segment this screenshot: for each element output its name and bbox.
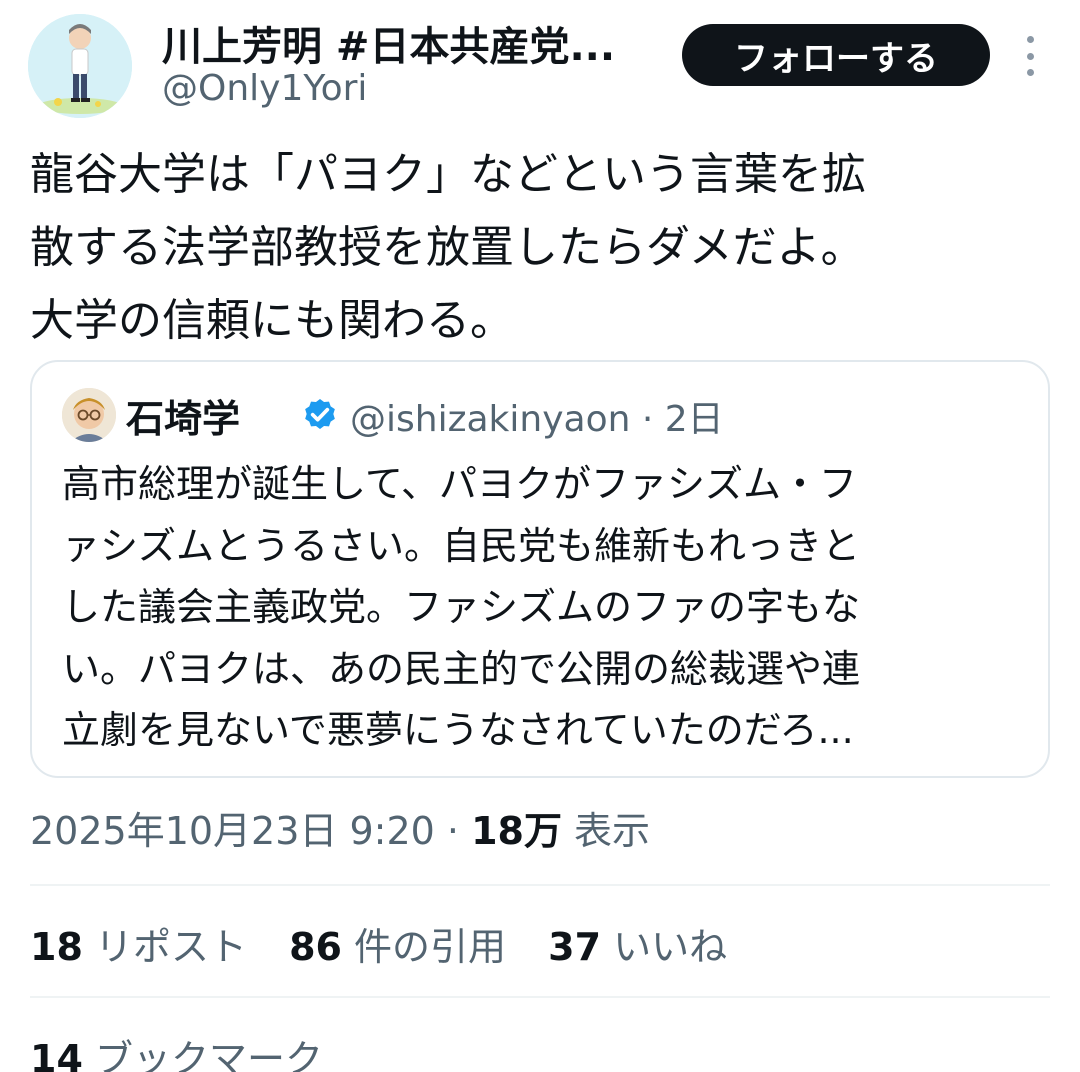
- verified-badge-icon: [300, 394, 340, 434]
- reposts-label: リポスト: [82, 925, 247, 969]
- tweet-text: 龍谷大学は「パヨク」などという言葉を拡 散する法学部教授を放置したらダメだよ。 …: [30, 138, 1040, 357]
- quoted-text-line: した議会主義政党。ファシズムのファの字もな: [62, 585, 861, 629]
- author-avatar[interactable]: [28, 14, 132, 118]
- author-handle[interactable]: @Only1Yori: [162, 68, 367, 109]
- reposts-stat[interactable]: 18 リポスト: [30, 925, 247, 969]
- quotes-count: 86: [289, 925, 342, 969]
- tweet-text-line: 龍谷大学は「パヨク」などという言葉を拡: [30, 149, 866, 200]
- author-display-name[interactable]: 川上芳明 #日本共産党...: [162, 14, 615, 72]
- quoted-text-line: 立劇を見ないで悪夢にうなされていたのだろ...: [62, 708, 854, 752]
- divider: [30, 884, 1050, 886]
- views-count: 18万: [471, 809, 562, 853]
- likes-stat[interactable]: 37 いいね: [548, 925, 727, 969]
- bookmarks-label: ブックマーク: [82, 1037, 323, 1072]
- quoted-author-name: 石埼学: [126, 397, 241, 441]
- tweet-detail: 川上芳明 #日本共産党... @Only1Yori フォローする 龍谷大学は「パ…: [0, 0, 1080, 1072]
- tweet-text-line: 大学の信頼にも関わる。: [30, 295, 514, 346]
- divider: [30, 996, 1050, 998]
- quotes-label: 件の引用: [341, 925, 507, 969]
- quoted-text-line: ァシズムとうるさい。自民党も維新もれっきと: [62, 523, 861, 568]
- quoted-author-handle: @ishizakinyaon: [350, 399, 631, 440]
- tweet-text-line: 散する法学部教授を放置したらダメだよ。: [30, 222, 865, 273]
- quoted-author-avatar: [62, 388, 116, 442]
- quoted-author-meta: @ishizakinyaon · 2日: [350, 390, 724, 442]
- follow-button[interactable]: フォローする: [682, 24, 990, 86]
- reposts-count: 18: [30, 925, 83, 969]
- engagement-stats: 18 リポスト 86 件の引用 37 いいね: [30, 916, 757, 971]
- tweet-meta-line: 2025年10月23日 9:20 · 18万 表示: [30, 800, 650, 855]
- meta-separator: ·: [630, 399, 665, 440]
- views-label: 表示: [561, 809, 651, 853]
- quoted-text-line: 高市総理が誕生して、パヨクがファシズム・フ: [62, 462, 857, 506]
- likes-count: 37: [548, 925, 602, 969]
- bookmarks-stat[interactable]: 14 ブックマーク: [30, 1028, 323, 1072]
- quoted-time: 2日: [664, 399, 724, 440]
- quoted-tweet-card[interactable]: 石埼学 @ishizakinyaon · 2日 高市総理が誕生して、パヨクがファ…: [30, 360, 1050, 778]
- quoted-tweet-text: 高市総理が誕生して、パヨクがファシズム・フ ァシズムとうるさい。自民党も維新もれ…: [62, 454, 1022, 762]
- tweet-timestamp[interactable]: 2025年10月23日 9:20: [30, 809, 435, 853]
- quotes-stat[interactable]: 86 件の引用: [289, 925, 506, 969]
- bookmarks-count: 14: [30, 1037, 83, 1072]
- likes-label: いいね: [601, 925, 728, 969]
- meta-separator: ·: [434, 809, 472, 853]
- quoted-text-line: い。パヨクは、あの民主的で公開の総裁選や連: [62, 646, 861, 691]
- more-vertical-icon[interactable]: [1016, 36, 1044, 76]
